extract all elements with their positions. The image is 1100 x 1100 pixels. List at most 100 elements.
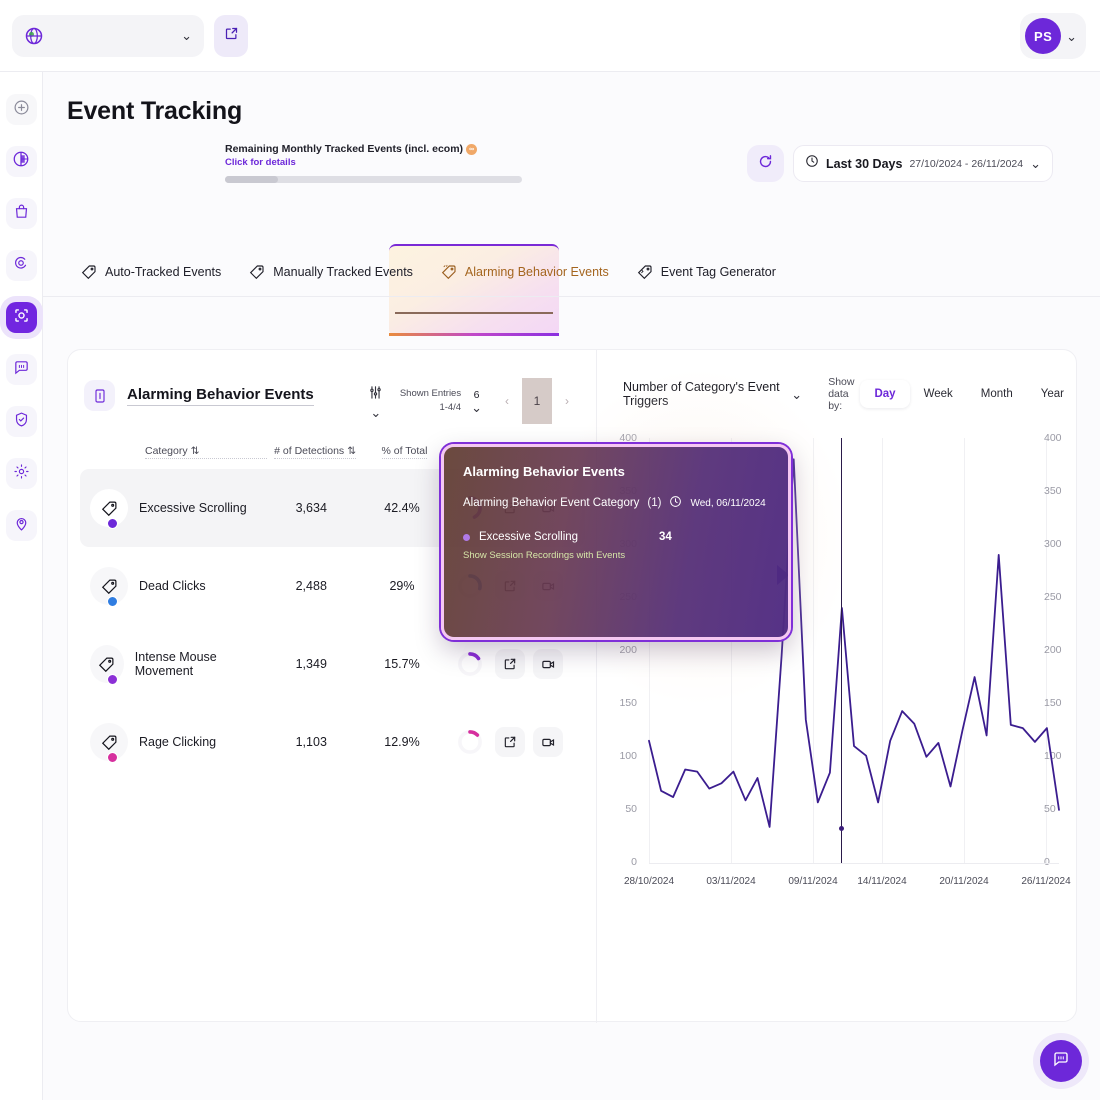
open-external-button[interactable] bbox=[495, 649, 525, 679]
tooltip-title: Alarming Behavior Events bbox=[463, 464, 769, 479]
tab-auto-tracked-events[interactable]: Auto-Tracked Events bbox=[67, 248, 235, 296]
chevron-down-icon: ⌄ bbox=[181, 29, 192, 42]
tag-gear-icon bbox=[637, 264, 653, 280]
quota-progress-bar bbox=[225, 176, 522, 183]
pie-chart-icon bbox=[12, 150, 30, 173]
card-toolbar: ⌄ Shown Entries 1-4/4 6 ⌄ ‹ 1 › bbox=[362, 378, 582, 424]
tab-label: Alarming Behavior Events bbox=[465, 265, 609, 279]
site-selector[interactable]: ⌄ bbox=[12, 15, 204, 57]
sidebar-item-analytics[interactable] bbox=[6, 146, 37, 177]
page-size-value: 6 bbox=[474, 389, 480, 401]
alarm-tag-icon bbox=[90, 645, 124, 683]
session-recording-button[interactable] bbox=[533, 727, 563, 757]
detections-value: 3,634 bbox=[263, 501, 360, 515]
table-row[interactable]: Rage Clicking 1,103 12.9% bbox=[80, 703, 585, 781]
sort-icon: ⇅ bbox=[191, 445, 200, 457]
filter-button[interactable]: ⌄ bbox=[362, 384, 390, 418]
tab-alarming-behavior-events[interactable]: Alarming Behavior Events bbox=[427, 248, 623, 296]
series-color-dot bbox=[463, 534, 470, 541]
target-icon bbox=[12, 306, 31, 330]
sidebar-item-settings[interactable] bbox=[6, 458, 37, 489]
page-title: Event Tracking bbox=[67, 97, 1077, 126]
tooltip-subtitle-row: Alarming Behavior Event Category (1) Wed… bbox=[463, 495, 769, 511]
external-link-icon bbox=[224, 26, 239, 46]
sidebar-item-add[interactable] bbox=[6, 94, 37, 125]
category-color-dot bbox=[107, 596, 118, 607]
percent-value: 15.7% bbox=[360, 657, 444, 671]
sidebar-item-feedback[interactable] bbox=[6, 354, 37, 385]
current-page[interactable]: 1 bbox=[522, 378, 552, 424]
next-page-button[interactable]: › bbox=[552, 386, 582, 416]
chevron-down-icon: ⌄ bbox=[1066, 30, 1077, 43]
x-tick: 09/11/2024 bbox=[788, 876, 837, 887]
detections-value: 1,103 bbox=[263, 735, 360, 749]
x-tick: 28/10/2024 bbox=[624, 876, 674, 887]
tooltip-series-row: Excessive Scrolling 34 bbox=[463, 531, 769, 543]
clock-icon bbox=[805, 154, 819, 173]
page-header: Event Tracking Remaining Monthly Tracked… bbox=[67, 97, 1077, 163]
date-range-label: Last 30 Days bbox=[826, 157, 902, 171]
sidebar-item-heatmap[interactable] bbox=[6, 250, 37, 281]
granularity-day[interactable]: Day bbox=[860, 380, 909, 408]
chat-fab-button[interactable] bbox=[1040, 1040, 1082, 1082]
shield-check-icon bbox=[13, 411, 30, 433]
refresh-button[interactable] bbox=[747, 145, 784, 182]
user-menu[interactable]: PS ⌄ bbox=[1020, 13, 1086, 59]
quota-block: Remaining Monthly Tracked Events (incl. … bbox=[225, 143, 585, 183]
column-header-category[interactable]: Category⇅ bbox=[145, 445, 267, 459]
category-name: Intense Mouse Movement bbox=[135, 650, 263, 678]
tooltip-subtitle: Alarming Behavior Event Category bbox=[463, 497, 639, 509]
category-name: Excessive Scrolling bbox=[139, 501, 247, 515]
x-tick: 14/11/2024 bbox=[857, 876, 906, 887]
page-content: Event Tracking Remaining Monthly Tracked… bbox=[43, 72, 1100, 1100]
metric-selector[interactable]: Number of Category's Event Triggers ⌄ bbox=[612, 377, 813, 411]
sidebar-item-event-tracking[interactable] bbox=[6, 302, 37, 333]
chart-hover-point bbox=[839, 826, 844, 831]
avatar: PS bbox=[1025, 18, 1061, 54]
session-recording-button[interactable] bbox=[533, 649, 563, 679]
alarm-tag-icon bbox=[90, 489, 128, 527]
refresh-icon bbox=[757, 153, 774, 175]
active-tab-underline bbox=[395, 312, 553, 314]
sidebar-item-bag[interactable] bbox=[6, 198, 37, 229]
detections-value: 1,349 bbox=[263, 657, 360, 671]
granularity-label: Show data by: bbox=[828, 376, 854, 412]
granularity-month[interactable]: Month bbox=[967, 380, 1027, 408]
top-bar: ⌄ PS ⌄ bbox=[0, 0, 1100, 72]
open-external-button[interactable] bbox=[495, 727, 525, 757]
chat-bubble-icon bbox=[1052, 1050, 1070, 1073]
sidebar-item-shield[interactable] bbox=[6, 406, 37, 437]
quota-details-link[interactable]: Click for details bbox=[225, 157, 585, 168]
column-header-detections[interactable]: # of Detections⇅ bbox=[274, 445, 356, 459]
percent-donut bbox=[457, 729, 483, 755]
tab-event-tag-generator[interactable]: Event Tag Generator bbox=[623, 248, 790, 296]
sidebar-item-user-location[interactable] bbox=[6, 510, 37, 541]
x-axis-line bbox=[649, 863, 1059, 864]
sliders-icon bbox=[367, 384, 384, 406]
page-size-selector[interactable]: 6 ⌄ bbox=[471, 389, 482, 414]
detections-value: 2,488 bbox=[263, 579, 360, 593]
date-range-selector[interactable]: Last 30 Days 27/10/2024 - 26/11/2024 ⌄ bbox=[793, 145, 1053, 182]
tooltip-recordings-link[interactable]: Show Session Recordings with Events bbox=[463, 550, 769, 561]
open-site-button[interactable] bbox=[214, 15, 248, 57]
quota-label: Remaining Monthly Tracked Events (incl. … bbox=[225, 143, 585, 155]
info-panel-icon[interactable] bbox=[84, 380, 115, 411]
granularity-week[interactable]: Week bbox=[910, 380, 967, 408]
shopping-bag-icon bbox=[13, 203, 30, 225]
granularity-year[interactable]: Year bbox=[1027, 380, 1078, 408]
x-tick: 03/11/2024 bbox=[706, 876, 755, 887]
column-header-percent[interactable]: % of Total bbox=[382, 445, 428, 459]
tooltip-count: (1) bbox=[647, 497, 661, 509]
plus-circle-icon bbox=[13, 99, 30, 121]
tab-label: Manually Tracked Events bbox=[273, 265, 413, 279]
chevron-down-icon: ⌄ bbox=[791, 388, 802, 401]
tooltip-series-name: Excessive Scrolling bbox=[479, 531, 659, 543]
tooltip-arrow bbox=[777, 565, 789, 585]
chevron-down-icon: ⌄ bbox=[471, 401, 482, 414]
percent-value: 42.4% bbox=[360, 501, 444, 515]
granularity-group: Show data by: Day Week Month Year bbox=[828, 376, 1078, 412]
tab-manually-tracked-events[interactable]: Manually Tracked Events bbox=[235, 248, 427, 296]
tab-label: Event Tag Generator bbox=[661, 265, 776, 279]
quota-info-icon[interactable]: ∞ bbox=[466, 144, 477, 155]
prev-page-button[interactable]: ‹ bbox=[492, 386, 522, 416]
